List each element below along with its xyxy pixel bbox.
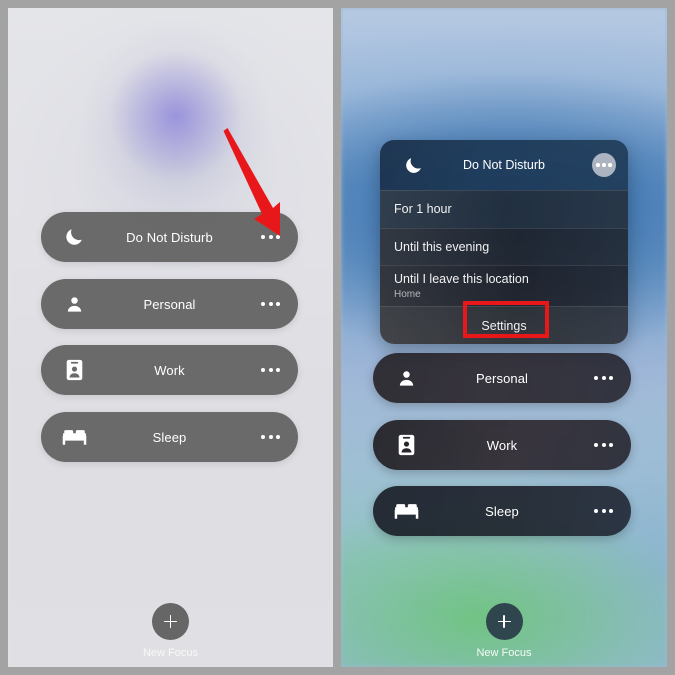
person-icon (393, 365, 419, 391)
dnd-option-until-i-leave-location[interactable]: Until I leave this location Home (380, 265, 628, 306)
ellipsis-icon[interactable] (261, 235, 280, 239)
screenshot-root: Do Not Disturb Personal Work Sleep New F… (0, 0, 675, 675)
person-icon (61, 291, 87, 317)
dnd-option-label: For 1 hour (394, 202, 452, 216)
dnd-option-label: Until this evening (394, 239, 490, 254)
ellipsis-icon[interactable] (594, 376, 613, 380)
right-phone-panel: Do Not Disturb For 1 hour Until this eve… (341, 8, 667, 667)
bed-icon (61, 424, 87, 450)
plus-icon[interactable] (485, 603, 523, 640)
dnd-settings-button[interactable]: Settings (380, 306, 628, 344)
plus-icon[interactable] (152, 603, 189, 640)
ellipsis-icon[interactable] (261, 302, 280, 306)
dnd-option-for-1-hour[interactable]: For 1 hour (380, 190, 628, 228)
focus-item-work[interactable]: Work (373, 420, 631, 470)
dnd-settings-label: Settings (481, 318, 527, 333)
focus-item-sleep[interactable]: Sleep (373, 486, 631, 536)
new-focus-left[interactable]: New Focus (8, 603, 333, 659)
moon-icon (400, 152, 426, 178)
new-focus-label: New Focus (476, 647, 532, 659)
id-badge-icon (61, 357, 87, 383)
new-focus-label: New Focus (142, 647, 199, 659)
focus-item-personal[interactable]: Personal (41, 279, 298, 329)
new-focus-right[interactable]: New Focus (341, 603, 667, 659)
bed-icon (393, 498, 419, 524)
ellipsis-icon[interactable] (261, 435, 280, 439)
ellipsis-icon[interactable] (594, 443, 613, 447)
dnd-menu-header[interactable]: Do Not Disturb (380, 140, 628, 190)
focus-item-work[interactable]: Work (41, 345, 298, 395)
ellipsis-icon[interactable] (261, 368, 280, 372)
dnd-option-sublabel: Home (394, 288, 421, 300)
dnd-option-label: Until I leave this location (394, 271, 529, 286)
ellipsis-icon[interactable] (594, 509, 613, 513)
do-not-disturb-menu: Do Not Disturb For 1 hour Until this eve… (380, 140, 628, 344)
focus-item-do-not-disturb[interactable]: Do Not Disturb (41, 212, 298, 262)
left-phone-panel: Do Not Disturb Personal Work Sleep New F… (8, 8, 333, 667)
focus-item-personal[interactable]: Personal (373, 353, 631, 403)
dnd-option-until-this-evening[interactable]: Until this evening (380, 228, 628, 265)
left-wallpaper (8, 8, 333, 667)
id-badge-icon (393, 432, 419, 458)
focus-item-sleep[interactable]: Sleep (41, 412, 298, 462)
ellipsis-icon[interactable] (592, 153, 616, 177)
moon-icon (61, 224, 87, 250)
